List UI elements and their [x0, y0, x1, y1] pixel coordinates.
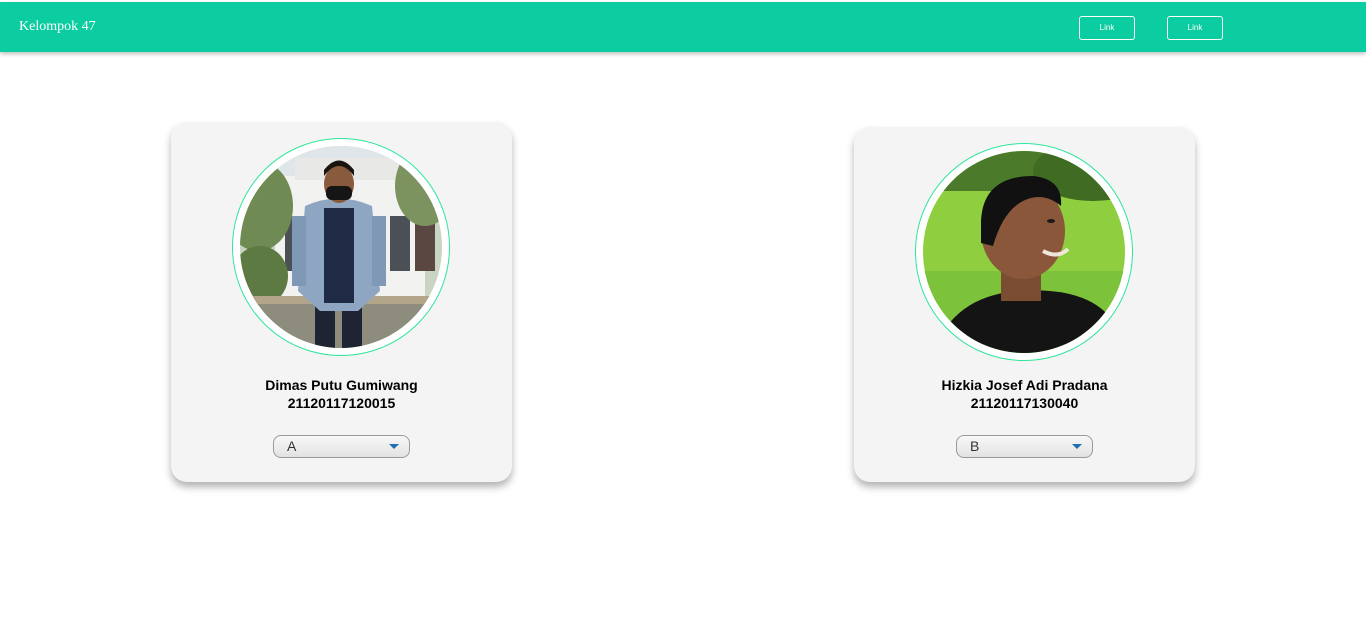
class-select[interactable]: A — [273, 435, 410, 458]
avatar-ring — [232, 138, 450, 356]
top-navbar: Kelompok 47 Link Link — [0, 2, 1366, 52]
class-select[interactable]: B — [956, 435, 1093, 458]
member-id: 21120117130040 — [970, 395, 1079, 411]
member-card: Hizkia Josef Adi Pradana 21120117130040 … — [854, 127, 1195, 482]
member-name: Dimas Putu Gumiwang — [265, 377, 418, 393]
select-value: B — [970, 438, 980, 454]
member-card: Dimas Putu Gumiwang 21120117120015 A — [171, 122, 512, 482]
nav-link-2[interactable]: Link — [1167, 16, 1223, 40]
member-id: 21120117120015 — [287, 395, 396, 411]
member-name: Hizkia Josef Adi Pradana — [941, 377, 1108, 393]
brand-title[interactable]: Kelompok 47 — [19, 19, 96, 35]
caret-down-icon — [389, 444, 399, 449]
avatar — [923, 151, 1125, 353]
select-value: A — [287, 438, 297, 454]
avatar-ring — [915, 143, 1133, 361]
nav-link-1[interactable]: Link — [1079, 16, 1135, 40]
caret-down-icon — [1072, 444, 1082, 449]
avatar — [240, 146, 442, 348]
